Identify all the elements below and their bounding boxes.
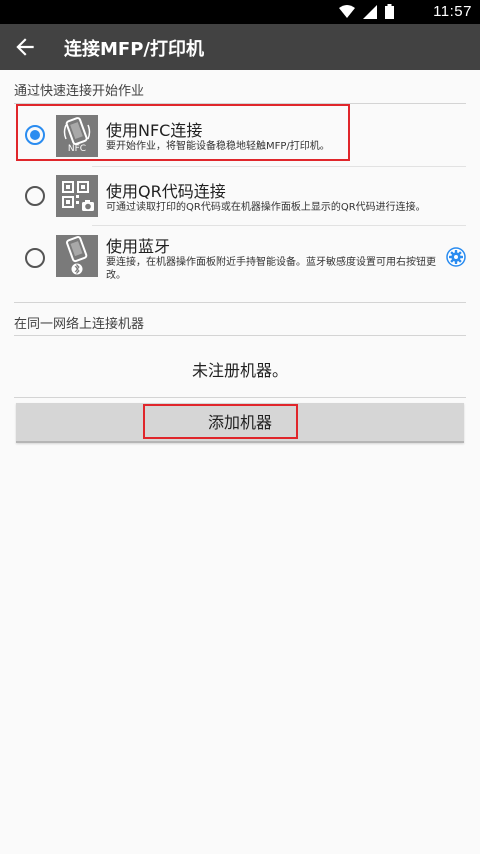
option-bluetooth[interactable]: 使用蓝牙 要连接，在机器操作面板附近手持智能设备。蓝牙敏感度设置可用右按钮更改。 (14, 226, 466, 290)
bluetooth-option-title: 使用蓝牙 (106, 237, 171, 256)
battery-icon (385, 4, 394, 19)
bluetooth-radio[interactable] (25, 248, 45, 268)
quick-connect-section-label: 通过快速连接开始作业 (14, 84, 145, 99)
bluetooth-phone-icon (56, 235, 98, 277)
divider (14, 397, 466, 398)
no-machine-message: 未注册机器。 (191, 361, 288, 380)
signal-icon (363, 4, 377, 19)
divider (14, 335, 466, 336)
page-title: 连接MFP/打印机 (64, 39, 204, 60)
gear-icon[interactable] (446, 247, 466, 267)
app-bar: 连接MFP/打印机 (0, 24, 480, 70)
wifi-icon (339, 4, 355, 18)
divider (14, 302, 466, 303)
bluetooth-option-description: 要连接，在机器操作面板附近手持智能设备。蓝牙敏感度设置可用右按钮更改。 (106, 257, 436, 281)
qr-option-title: 使用QR代码连接 (106, 182, 226, 201)
status-bar: 11:57 (0, 0, 480, 24)
nfc-highlight-frame (16, 104, 350, 161)
clock: 11:57 (433, 3, 472, 20)
arrow-back-icon[interactable] (12, 34, 38, 60)
qr-option-description: 可通过读取打印的QR代码或在机器操作面板上显示的QR代码进行连接。 (106, 202, 426, 213)
network-section-label: 在同一网络上连接机器 (14, 317, 145, 332)
add-button-highlight-frame (143, 404, 298, 439)
qr-code-icon (56, 175, 98, 217)
qr-radio[interactable] (25, 186, 45, 206)
option-qr[interactable]: 使用QR代码连接 可通过读取打印的QR代码或在机器操作面板上显示的QR代码进行连… (14, 167, 466, 225)
